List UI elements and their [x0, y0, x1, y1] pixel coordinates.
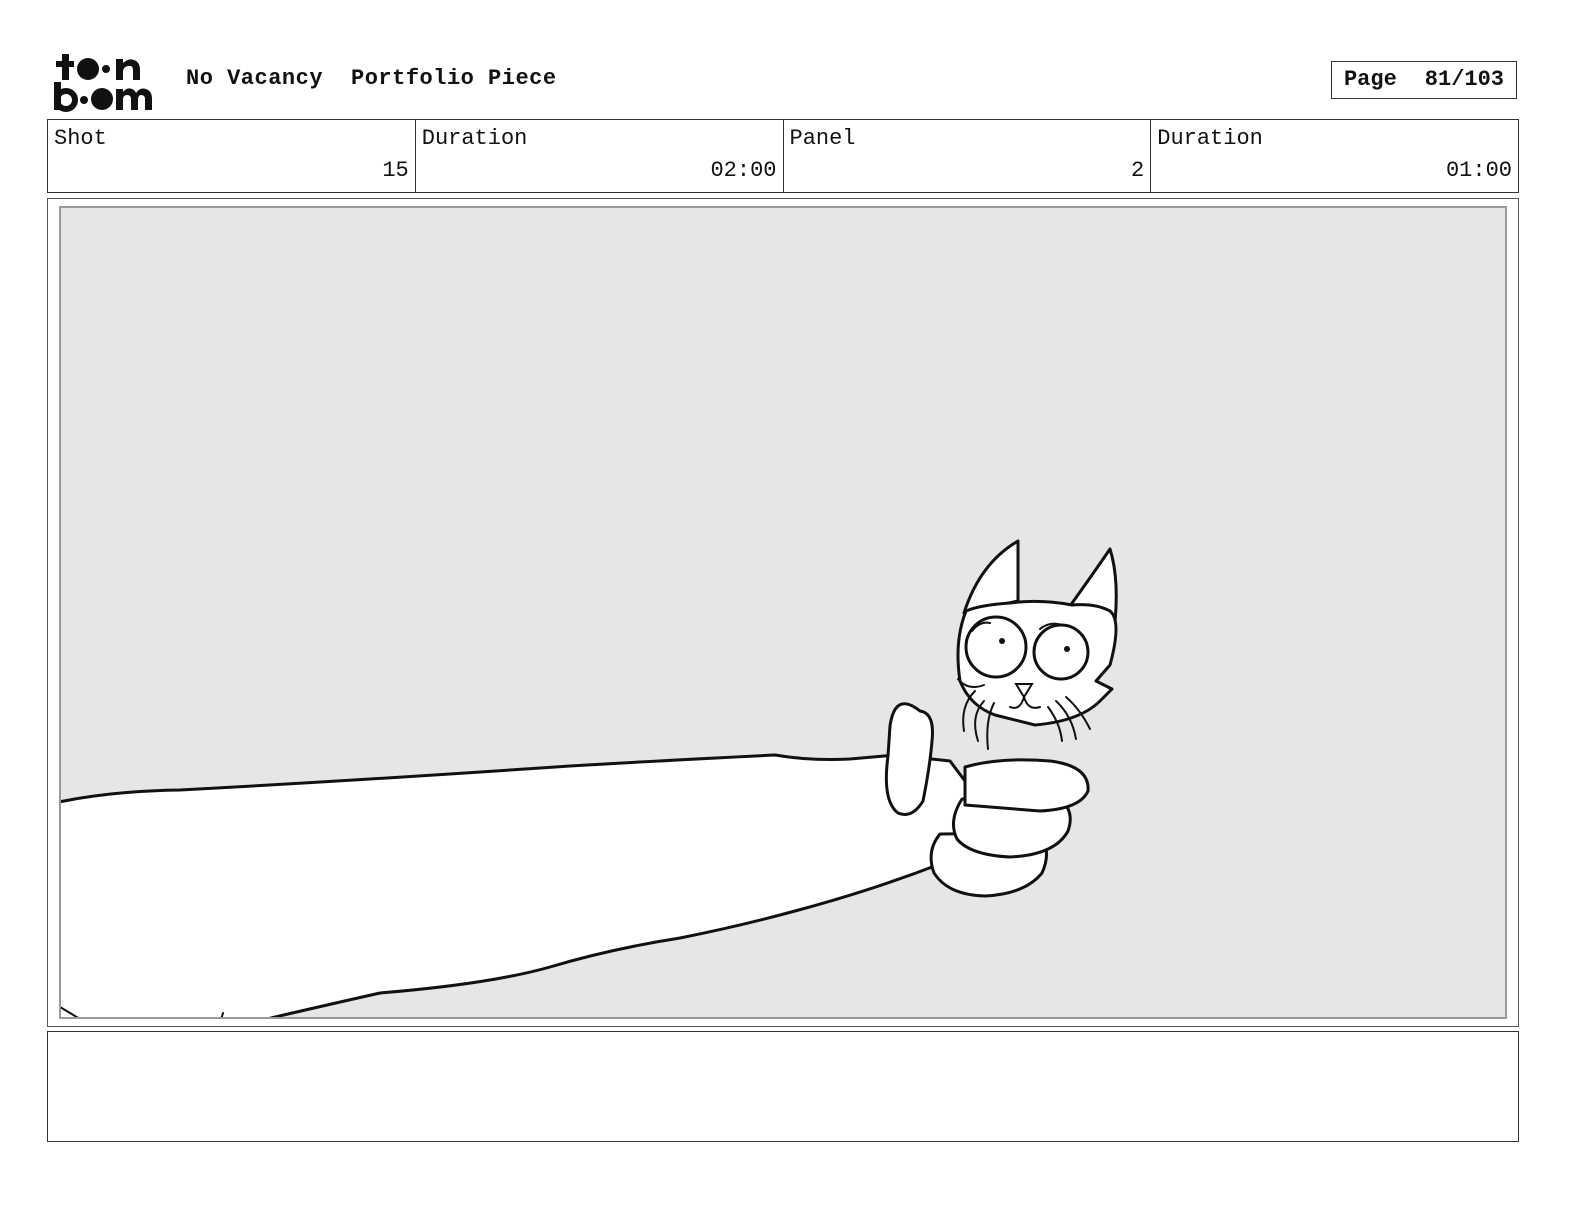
shot-cell: Shot 15 — [48, 120, 416, 192]
shot-duration-label: Duration — [421, 126, 528, 151]
panel-artwork-area — [59, 206, 1507, 1019]
shot-label: Shot — [54, 126, 107, 151]
cat-left-eye — [964, 615, 1028, 679]
panel-label: Panel — [789, 126, 856, 151]
page-label: Page — [1343, 67, 1397, 92]
shot-duration-cell: Duration 02:00 — [416, 120, 784, 192]
project-subtitle: Portfolio Piece — [351, 66, 557, 91]
storyboard-panel — [47, 198, 1519, 1027]
arm-shape — [61, 753, 1012, 1017]
toon-boom-logo — [52, 50, 164, 112]
cat-on-arm-sketch — [61, 539, 1118, 1017]
panel-duration-value: 01:00 — [1445, 158, 1512, 183]
project-title: No Vacancy — [186, 66, 324, 91]
page-number: 81/103 — [1424, 67, 1505, 92]
shot-value: 15 — [382, 158, 409, 183]
cat-right-pupil — [1064, 646, 1070, 652]
panel-value: 2 — [1131, 158, 1145, 183]
notes-text — [48, 1032, 1518, 1048]
panel-cell: Panel 2 — [784, 120, 1152, 192]
panel-duration-cell: Duration 01:00 — [1151, 120, 1518, 192]
toon-boom-logo-icon — [54, 54, 152, 112]
header-title: No Vacancy Portfolio Piece — [186, 66, 557, 91]
notes-box — [47, 1031, 1519, 1142]
page-indicator: Page 81/103 — [1331, 61, 1517, 99]
shot-info-row: Shot 15 Duration 02:00 Panel 2 Duration … — [47, 119, 1519, 193]
cat-left-pupil — [999, 638, 1005, 644]
cat-body — [963, 758, 1090, 813]
shot-duration-value: 02:00 — [710, 158, 777, 183]
panel-duration-label: Duration — [1157, 126, 1263, 151]
cat-right-eye — [1032, 623, 1090, 681]
